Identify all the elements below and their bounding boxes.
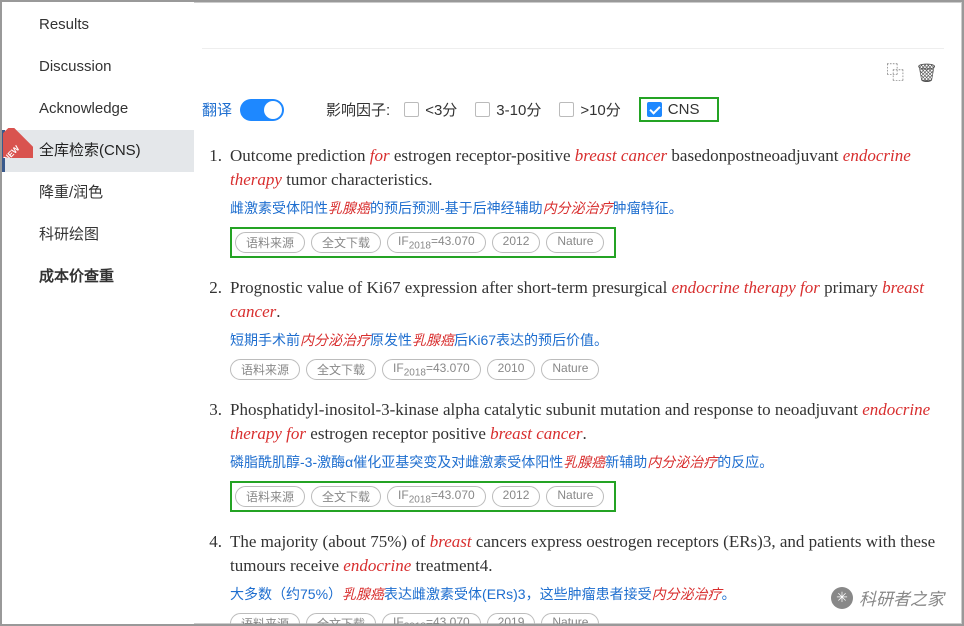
result-tags: 语料来源全文下载 IF2018=43.070 2012Nature: [230, 227, 616, 258]
tag-journal[interactable]: Nature: [546, 232, 604, 253]
result-title[interactable]: Prognostic value of Ki67 expression afte…: [230, 276, 944, 324]
result-number: 1.: [202, 144, 230, 258]
tag-journal[interactable]: Nature: [541, 613, 599, 624]
filter-bar: 翻译 影响因子: <3分 3-10分 >10分 CNS: [202, 87, 944, 144]
sidebar-item-acknowledge[interactable]: Acknowledge: [2, 88, 194, 130]
tag-download[interactable]: 全文下载: [306, 359, 376, 380]
tag-download[interactable]: 全文下载: [311, 486, 381, 507]
sidebar-item-pricecheck[interactable]: 成本价查重: [2, 256, 194, 298]
delete-icon[interactable]: 🗑: [915, 63, 938, 83]
filter-lt3[interactable]: <3分: [404, 99, 457, 120]
tag-source[interactable]: 语料来源: [230, 359, 300, 380]
result-item: 1.Outcome prediction for estrogen recept…: [202, 144, 944, 258]
tag-source[interactable]: 语料来源: [235, 232, 305, 253]
filter-3-10[interactable]: 3-10分: [475, 99, 541, 120]
tag-if[interactable]: IF2018=43.070: [382, 359, 481, 380]
results-list: 1.Outcome prediction for estrogen recept…: [202, 144, 944, 624]
result-title[interactable]: Outcome prediction for estrogen receptor…: [230, 144, 944, 192]
impact-factor-label: 影响因子:: [326, 99, 390, 120]
main-panel: ⿻ 🗑 翻译 影响因子: <3分 3-10分 >10分 CNS 1.Outcom…: [194, 2, 962, 624]
translate-toggle[interactable]: [240, 99, 284, 121]
tag-if[interactable]: IF2018=43.070: [382, 613, 481, 624]
filter-cns[interactable]: CNS: [639, 97, 720, 122]
tag-year[interactable]: 2019: [487, 613, 536, 624]
tag-if[interactable]: IF2018=43.070: [387, 232, 486, 253]
copy-icon[interactable]: ⿻: [886, 63, 904, 83]
watermark: ✳ 科研者之家: [831, 585, 944, 610]
result-tags: 语料来源全文下载 IF2018=43.070 2010Nature: [230, 359, 944, 380]
translate-label: 翻译: [202, 99, 232, 120]
tag-year[interactable]: 2010: [487, 359, 536, 380]
sidebar-item-discussion[interactable]: Discussion: [2, 46, 194, 88]
sidebar-item-results[interactable]: Results: [2, 4, 194, 46]
result-translation: 雌激素受体阳性乳腺癌的预后预测-基于后神经辅助内分泌治疗肿瘤特征。: [230, 198, 944, 219]
filter-gt10[interactable]: >10分: [559, 99, 620, 120]
result-tags: 语料来源全文下载 IF2018=43.070 2019 Nature: [230, 613, 944, 624]
tag-journal[interactable]: Nature: [541, 359, 599, 380]
new-badge: [3, 128, 33, 158]
tag-download[interactable]: 全文下载: [311, 232, 381, 253]
result-number: 2.: [202, 276, 230, 380]
sidebar: Results Discussion Acknowledge 全库检索(CNS)…: [2, 2, 194, 624]
sidebar-item-cns-search[interactable]: 全库检索(CNS): [2, 130, 194, 172]
result-translation: 短期手术前内分泌治疗原发性乳腺癌后Ki67表达的预后价值。: [230, 330, 944, 351]
tag-source[interactable]: 语料来源: [235, 486, 305, 507]
tag-if[interactable]: IF2018=43.070: [387, 486, 486, 507]
result-title[interactable]: The majority (about 75%) of breast cance…: [230, 530, 944, 578]
tag-source[interactable]: 语料来源: [230, 613, 300, 624]
sidebar-item-rewrite[interactable]: 降重/润色: [2, 172, 194, 214]
wechat-icon: ✳: [831, 587, 853, 609]
result-title[interactable]: Phosphatidyl-inositol-3-kinase alpha cat…: [230, 398, 944, 446]
result-item: 2.Prognostic value of Ki67 expression af…: [202, 276, 944, 380]
result-item: 3.Phosphatidyl-inositol-3-kinase alpha c…: [202, 398, 944, 512]
result-number: 4.: [202, 530, 230, 624]
tag-year[interactable]: 2012: [492, 232, 541, 253]
result-tags: 语料来源全文下载 IF2018=43.070 2012Nature: [230, 481, 616, 512]
tag-journal[interactable]: Nature: [546, 486, 604, 507]
result-translation: 磷脂酰肌醇-3-激酶α催化亚基突变及对雌激素受体阳性乳腺癌新辅助内分泌治疗的反应…: [230, 452, 944, 473]
tag-year[interactable]: 2012: [492, 486, 541, 507]
sidebar-item-plot[interactable]: 科研绘图: [2, 214, 194, 256]
tag-download[interactable]: 全文下载: [306, 613, 376, 624]
result-number: 3.: [202, 398, 230, 512]
